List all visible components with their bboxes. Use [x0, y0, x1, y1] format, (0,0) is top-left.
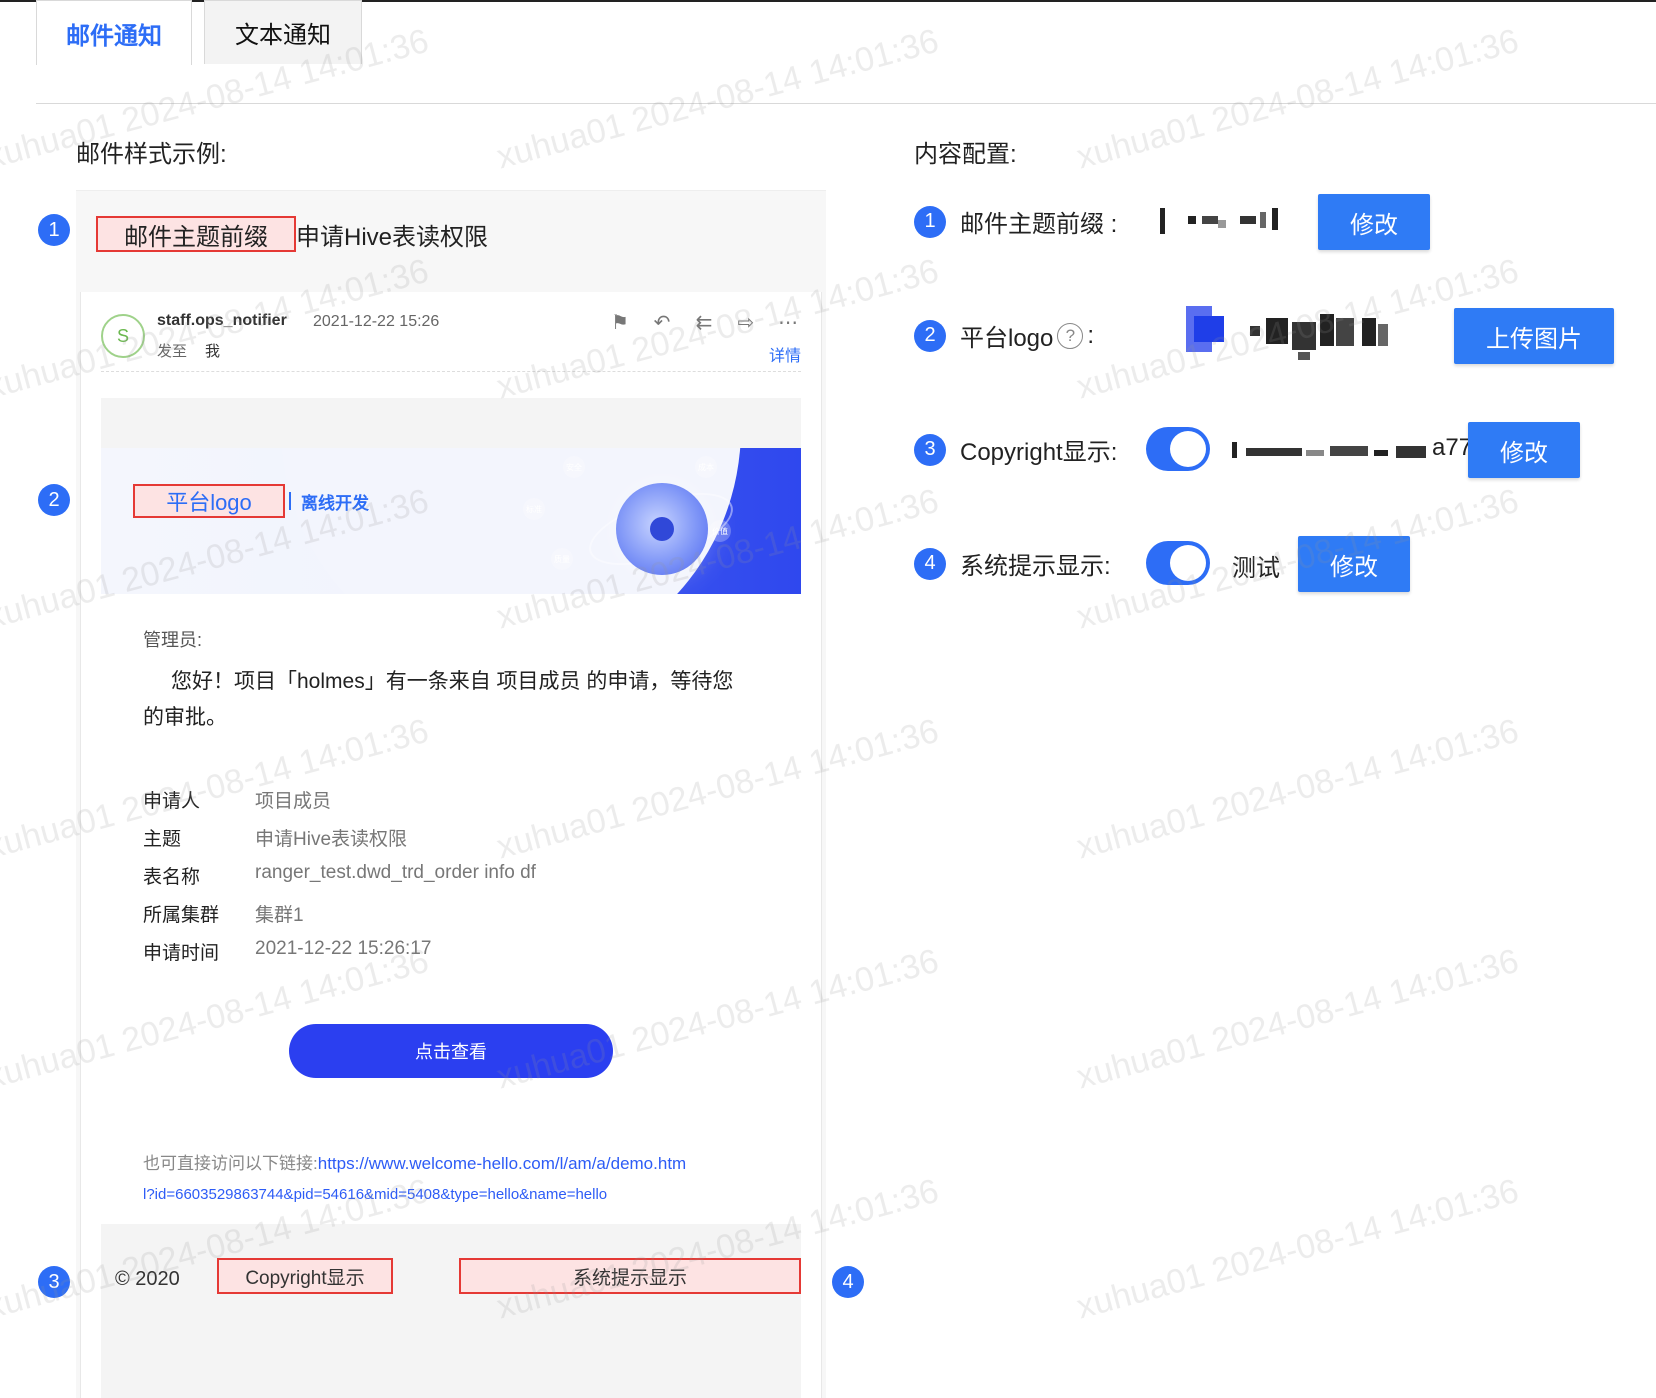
- preview-subject: 邮件主题前缀 申请Hive表读权限: [96, 216, 488, 252]
- sender-name: staff.ops_notifier: [157, 312, 287, 329]
- marker-1: 1: [38, 214, 70, 246]
- banner-bubble: 成本: [695, 456, 717, 478]
- banner-orb: [616, 483, 708, 575]
- watermark: xuhua01 2024-08-14 14:01:36: [1072, 21, 1523, 177]
- platform-logo-highlight: 平台logo: [133, 484, 285, 518]
- config-logo-row: 2 平台logo ? :: [914, 318, 1094, 353]
- info-row: 所属集群 集群1: [143, 900, 304, 927]
- detail-link[interactable]: 详情: [769, 342, 801, 366]
- info-row: 申请时间 2021-12-22 15:26:17: [143, 938, 431, 965]
- system-tip-label: 系统提示显示:: [960, 553, 1111, 580]
- copyright-toggle[interactable]: [1146, 427, 1210, 471]
- info-value: 申请Hive表读权限: [255, 829, 408, 850]
- mail-body: 管理员: 您好！项目「holmes」有一条来自 项目成员 的申请，等待您的审批。…: [101, 594, 801, 1224]
- mail-header: S staff.ops_notifier 2021-12-22 15:26 发至…: [101, 304, 801, 372]
- config-marker-1: 1: [914, 205, 946, 238]
- system-tip-toggle[interactable]: [1146, 541, 1210, 585]
- config-subject-row: 1 邮件主题前缀 :: [914, 204, 1117, 239]
- marker-3: 3: [38, 1266, 70, 1298]
- platform-logo-label: 平台logo: [960, 325, 1054, 352]
- info-value: 项目成员: [255, 791, 332, 812]
- banner-bubble: 标准: [523, 498, 545, 520]
- sender-avatar: S: [101, 314, 145, 358]
- more-icon[interactable]: ⋯: [775, 310, 801, 335]
- copyright-edit-button[interactable]: 修改: [1468, 422, 1580, 478]
- config-title: 内容配置:: [914, 141, 1017, 168]
- config-copyright-row: 3 Copyright显示:: [914, 432, 1117, 467]
- upload-image-button[interactable]: 上传图片: [1454, 308, 1614, 364]
- direct-link-url-continued[interactable]: l?id=6603529863744&pid=54616&mid=5408&ty…: [143, 1186, 607, 1203]
- forward-icon[interactable]: ⇨: [733, 310, 759, 335]
- help-icon[interactable]: ?: [1057, 322, 1084, 349]
- view-button[interactable]: 点击查看: [289, 1024, 613, 1078]
- info-row: 主题 申请Hive表读权限: [143, 824, 407, 851]
- subject-prefix-value-masked: [1160, 208, 1284, 234]
- info-row: 申请人 项目成员: [143, 786, 331, 813]
- mail-footer: © 2020 Copyright显示 系统提示显示: [101, 1224, 801, 1398]
- banner-bubble: 质量: [551, 548, 573, 570]
- copyright-value-masked: [1232, 440, 1432, 460]
- direct-link-label: 也可直接访问以下链接:: [143, 1154, 318, 1173]
- platform-logo-colon: :: [1087, 321, 1095, 349]
- system-tip-highlight: 系统提示显示: [459, 1258, 801, 1294]
- info-value: 2021-12-22 15:26:17: [255, 938, 432, 959]
- recipient-value: 我: [205, 343, 221, 360]
- subject-prefix-highlight: 邮件主题前缀: [96, 216, 296, 252]
- config-tip-row: 4 系统提示显示:: [914, 546, 1111, 581]
- subject-text: 申请Hive表读权限: [296, 223, 489, 251]
- copyright-year: © 2020: [115, 1268, 180, 1290]
- marker-2: 2: [38, 484, 70, 516]
- copyright-value-suffix: a77: [1432, 434, 1473, 461]
- banner-bubble: 价值: [709, 520, 731, 542]
- greeting-recipient: 管理员:: [143, 630, 203, 650]
- system-tip-value: 测试: [1232, 555, 1280, 582]
- info-label: 申请时间: [143, 943, 220, 964]
- reply-icon[interactable]: ↶: [649, 310, 675, 335]
- info-row: 表名称 ranger_test.dwd_trd_order info df: [143, 862, 536, 889]
- info-value: 集群1: [255, 905, 304, 926]
- info-label: 所属集群: [143, 905, 220, 926]
- recipient: 发至我: [157, 340, 220, 361]
- watermark: xuhua01 2024-08-14 14:01:36: [492, 21, 943, 177]
- greeting-text: 您好！项目「holmes」有一条来自 项目成员 的申请，等待您的审批。: [143, 670, 734, 729]
- subject-prefix-label: 邮件主题前缀 :: [960, 211, 1118, 238]
- mail-content: 安全 成本 标准 价值 质量 平台logo 离线开发 管理员: 您好！项目「ho…: [101, 398, 801, 1398]
- subject-prefix-edit-button[interactable]: 修改: [1318, 194, 1430, 250]
- mail-actions: ⚑ ↶ ⇇ ⇨ ⋯: [607, 310, 801, 335]
- platform-logo-image: [1186, 306, 1392, 362]
- marker-4: 4: [832, 1266, 864, 1298]
- logo-subtitle: 离线开发: [301, 493, 369, 513]
- recipient-label: 发至: [157, 343, 188, 360]
- preview-title: 邮件样式示例:: [76, 141, 227, 168]
- config-marker-2: 2: [914, 319, 946, 352]
- reply-all-icon[interactable]: ⇇: [691, 310, 717, 335]
- config-marker-4: 4: [914, 547, 946, 580]
- watermark: xuhua01 2024-08-14 14:01:36: [1072, 711, 1523, 867]
- mail-banner: 安全 成本 标准 价值 质量 平台logo 离线开发: [101, 448, 801, 594]
- direct-link-url[interactable]: https://www.welcome-hello.com/l/am/a/dem…: [318, 1154, 686, 1173]
- banner-logo: 平台logo 离线开发: [133, 484, 369, 518]
- tab-email-notify[interactable]: 邮件通知: [36, 0, 192, 65]
- info-value: ranger_test.dwd_trd_order info df: [255, 862, 536, 883]
- info-label: 表名称: [143, 867, 201, 888]
- system-tip-edit-button[interactable]: 修改: [1298, 536, 1410, 592]
- tab-divider: [36, 103, 1656, 104]
- banner-bubble: 安全: [563, 456, 585, 478]
- copyright-highlight: Copyright显示: [217, 1258, 393, 1294]
- copyright-label: Copyright显示:: [960, 439, 1118, 466]
- info-label: 申请人: [143, 791, 201, 812]
- info-label: 主题: [143, 829, 182, 850]
- watermark: xuhua01 2024-08-14 14:01:36: [1072, 941, 1523, 1097]
- mail-card: S staff.ops_notifier 2021-12-22 15:26 发至…: [80, 292, 822, 1398]
- tab-text-notify[interactable]: 文本通知: [204, 0, 362, 64]
- config-marker-3: 3: [914, 433, 946, 466]
- direct-link-line: 也可直接访问以下链接:https://www.welcome-hello.com…: [143, 1149, 686, 1174]
- send-time: 2021-12-22 15:26: [313, 313, 440, 330]
- logo-separator: [289, 492, 291, 510]
- watermark: xuhua01 2024-08-14 14:01:36: [1072, 1171, 1523, 1327]
- flag-icon[interactable]: ⚑: [607, 310, 633, 335]
